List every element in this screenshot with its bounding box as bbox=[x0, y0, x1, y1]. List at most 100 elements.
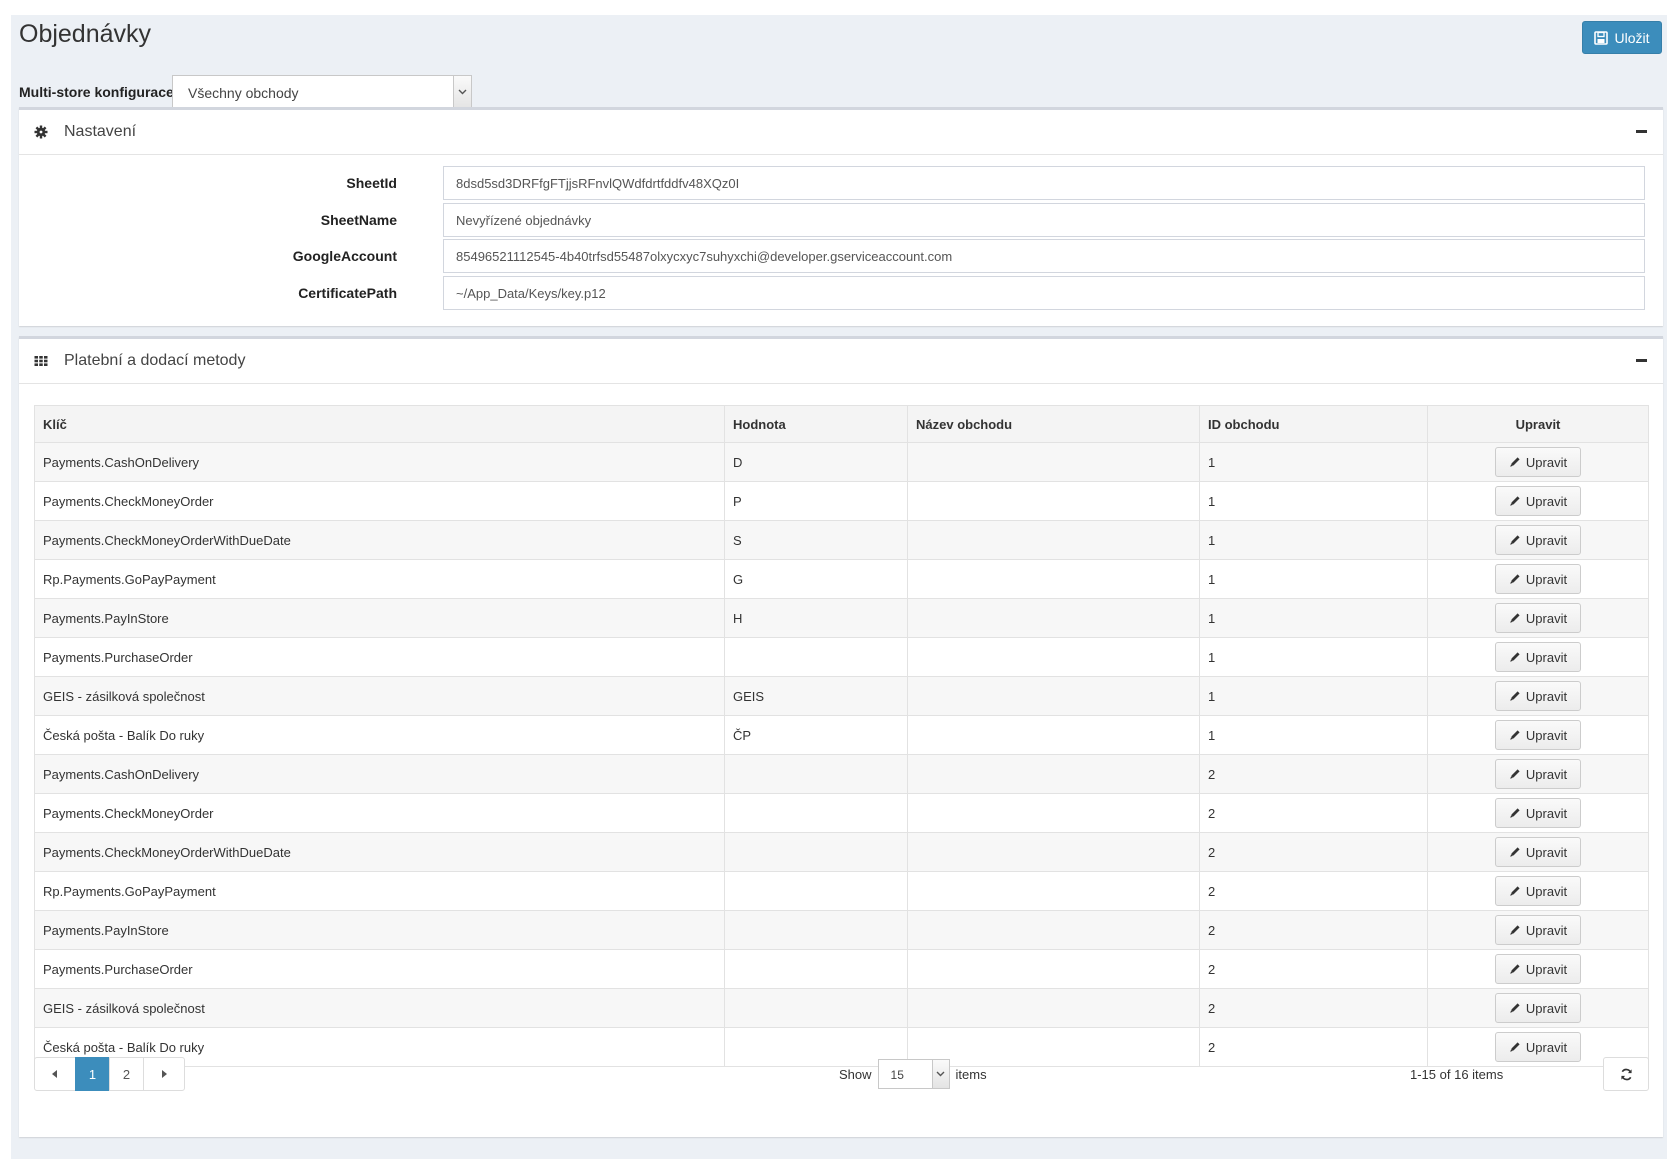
cell-edit: Upravit bbox=[1427, 715, 1649, 755]
field-row-googleaccount: GoogleAccount bbox=[19, 239, 1663, 273]
multistore-select[interactable]: Všechny obchody bbox=[172, 75, 472, 109]
edit-button-label: Upravit bbox=[1525, 493, 1568, 509]
table-row[interactable]: Payments.CheckMoneyOrder 2 Upravit bbox=[34, 793, 1649, 833]
edit-button[interactable]: Upravit bbox=[1495, 798, 1581, 828]
edit-button-label: Upravit bbox=[1525, 1000, 1568, 1016]
cell-edit: Upravit bbox=[1427, 949, 1649, 989]
edit-button-label: Upravit bbox=[1525, 688, 1568, 704]
table-row[interactable]: GEIS - zásilková společnost GEIS 1 Upravit bbox=[34, 676, 1649, 716]
field-row-sheetname: SheetName bbox=[19, 203, 1663, 237]
cell-edit: Upravit bbox=[1427, 754, 1649, 794]
cell-store-name bbox=[907, 910, 1200, 950]
next-page-button[interactable] bbox=[143, 1057, 185, 1091]
edit-button-label: Upravit bbox=[1525, 454, 1568, 470]
edit-button[interactable]: Upravit bbox=[1495, 603, 1581, 633]
edit-button[interactable]: Upravit bbox=[1495, 564, 1581, 594]
edit-button[interactable]: Upravit bbox=[1495, 486, 1581, 516]
edit-button[interactable]: Upravit bbox=[1495, 447, 1581, 477]
cell-edit: Upravit bbox=[1427, 481, 1649, 521]
items-label: items bbox=[955, 1066, 987, 1082]
cell-value: GEIS bbox=[724, 676, 908, 716]
edit-button[interactable]: Upravit bbox=[1495, 993, 1581, 1023]
cell-store-id: 2 bbox=[1199, 793, 1428, 833]
cell-store-id: 1 bbox=[1199, 637, 1428, 677]
settings-panel: Nastavení SheetId SheetName GoogleAccoun… bbox=[19, 107, 1663, 326]
edit-button[interactable]: Upravit bbox=[1495, 915, 1581, 945]
cell-value: H bbox=[724, 598, 908, 638]
methods-panel-header[interactable]: Platební a dodací metody bbox=[19, 339, 1663, 384]
page-button-2[interactable]: 2 bbox=[109, 1057, 144, 1091]
field-label: GoogleAccount bbox=[292, 248, 397, 264]
pencil-icon bbox=[1510, 613, 1520, 623]
edit-button[interactable]: Upravit bbox=[1495, 525, 1581, 555]
edit-button[interactable]: Upravit bbox=[1495, 1032, 1581, 1062]
refresh-button[interactable] bbox=[1603, 1057, 1649, 1091]
table-row[interactable]: Payments.PayInStore 2 Upravit bbox=[34, 910, 1649, 950]
sheetid-input[interactable] bbox=[443, 166, 1645, 200]
cell-store-name bbox=[907, 715, 1200, 755]
cell-store-name bbox=[907, 754, 1200, 794]
cell-edit: Upravit bbox=[1427, 520, 1649, 560]
multistore-selected-value: Všechny obchody bbox=[188, 85, 299, 101]
cell-value bbox=[724, 910, 908, 950]
table-row[interactable]: Payments.PayInStore H 1 Upravit bbox=[34, 598, 1649, 638]
settings-panel-header[interactable]: Nastavení bbox=[19, 110, 1663, 155]
page-size-select[interactable]: 15 bbox=[877, 1059, 950, 1089]
cell-value bbox=[724, 832, 908, 872]
cell-edit: Upravit bbox=[1427, 910, 1649, 950]
table-row[interactable]: Payments.CashOnDelivery D 1 Upravit bbox=[34, 442, 1649, 482]
page-button-1[interactable]: 1 bbox=[75, 1057, 110, 1091]
edit-button-label: Upravit bbox=[1525, 922, 1568, 938]
cell-store-name bbox=[907, 832, 1200, 872]
cell-key: GEIS - zásilková společnost bbox=[34, 988, 725, 1028]
cell-edit: Upravit bbox=[1427, 832, 1649, 872]
edit-button[interactable]: Upravit bbox=[1495, 876, 1581, 906]
edit-button[interactable]: Upravit bbox=[1495, 681, 1581, 711]
cell-key: Rp.Payments.GoPayPayment bbox=[34, 871, 725, 911]
table-row[interactable]: Payments.PurchaseOrder 2 Upravit bbox=[34, 949, 1649, 989]
table-row[interactable]: Payments.CashOnDelivery 2 Upravit bbox=[34, 754, 1649, 794]
table-row[interactable]: Payments.PurchaseOrder 1 Upravit bbox=[34, 637, 1649, 677]
sheetname-input[interactable] bbox=[443, 203, 1645, 237]
pencil-icon bbox=[1510, 496, 1520, 506]
column-header-value[interactable]: Hodnota bbox=[724, 405, 908, 443]
edit-button-label: Upravit bbox=[1525, 649, 1568, 665]
save-button[interactable]: Uložit bbox=[1582, 21, 1662, 54]
prev-page-button[interactable] bbox=[34, 1057, 76, 1091]
pencil-icon bbox=[1510, 964, 1520, 974]
cell-edit: Upravit bbox=[1427, 676, 1649, 716]
column-header-store-name[interactable]: Název obchodu bbox=[907, 405, 1200, 443]
chevron-down-icon[interactable] bbox=[931, 1060, 949, 1088]
cell-store-id: 2 bbox=[1199, 871, 1428, 911]
table-row[interactable]: GEIS - zásilková společnost 2 Upravit bbox=[34, 988, 1649, 1028]
table-row[interactable]: Payments.CheckMoneyOrderWithDueDate 2 Upra… bbox=[34, 832, 1649, 872]
field-label: SheetId bbox=[346, 175, 397, 191]
edit-button[interactable]: Upravit bbox=[1495, 720, 1581, 750]
edit-button[interactable]: Upravit bbox=[1495, 759, 1581, 789]
cell-store-id: 2 bbox=[1199, 832, 1428, 872]
edit-button[interactable]: Upravit bbox=[1495, 837, 1581, 867]
table-row[interactable]: Česká pošta - Balík Do ruky ČP 1 Upravit bbox=[34, 715, 1649, 755]
pencil-icon bbox=[1510, 730, 1520, 740]
column-header-store-id[interactable]: ID obchodu bbox=[1199, 405, 1428, 443]
table-row[interactable]: Payments.CheckMoneyOrder P 1 Upravit bbox=[34, 481, 1649, 521]
cell-key: Payments.CheckMoneyOrder bbox=[34, 481, 725, 521]
table-row[interactable]: Payments.CheckMoneyOrderWithDueDate S 1 Upr… bbox=[34, 520, 1649, 560]
cell-key: Payments.PurchaseOrder bbox=[34, 637, 725, 677]
collapse-icon[interactable] bbox=[1636, 130, 1647, 133]
chevron-down-icon[interactable] bbox=[453, 76, 471, 108]
column-header-key[interactable]: Klíč bbox=[34, 405, 725, 443]
table-row[interactable]: Rp.Payments.GoPayPayment 2 Upravit bbox=[34, 871, 1649, 911]
collapse-icon[interactable] bbox=[1636, 359, 1647, 362]
table-row[interactable]: Rp.Payments.GoPayPayment G 1 Upravit bbox=[34, 559, 1649, 599]
page: Objednávky Uložit Multi-store konfigurac… bbox=[11, 15, 1667, 1159]
googleaccount-input[interactable] bbox=[443, 239, 1645, 273]
edit-button[interactable]: Upravit bbox=[1495, 642, 1581, 672]
edit-button-label: Upravit bbox=[1525, 766, 1568, 782]
pencil-icon bbox=[1510, 1003, 1520, 1013]
cell-store-id: 1 bbox=[1199, 481, 1428, 521]
cell-store-name bbox=[907, 637, 1200, 677]
edit-button[interactable]: Upravit bbox=[1495, 954, 1581, 984]
certificatepath-input[interactable] bbox=[443, 276, 1645, 310]
cell-store-name bbox=[907, 481, 1200, 521]
